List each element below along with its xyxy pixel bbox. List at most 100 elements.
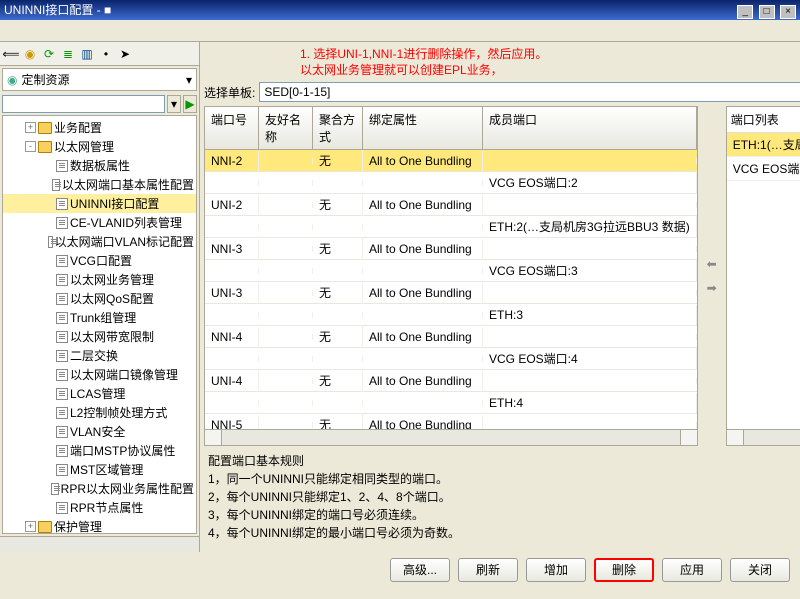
resource-header[interactable]: ◉ 定制资源 ▾	[2, 68, 197, 91]
tree-node-RPR节点属性[interactable]: RPR节点属性	[3, 498, 196, 517]
list-icon[interactable]: ≣	[60, 46, 76, 62]
tree-node-以太网端口VLAN标记配置[interactable]: 以太网端口VLAN标记配置	[3, 232, 196, 251]
folder-icon	[38, 141, 52, 153]
back-icon[interactable]: ⟸	[3, 46, 19, 62]
document-icon	[51, 483, 59, 495]
delete-button[interactable]: 删除	[594, 558, 654, 582]
tree-node-业务配置[interactable]: +业务配置	[3, 118, 196, 137]
document-icon	[56, 464, 68, 476]
close-button[interactable]: ×	[780, 5, 796, 19]
cell-member: ETH:2(…支局机房3G拉远BBU3 数据)	[483, 215, 697, 238]
close-button-bottom[interactable]: 关闭	[730, 558, 790, 582]
collapse-icon[interactable]: -	[25, 141, 36, 152]
col-bind-attr[interactable]: 绑定属性	[363, 107, 483, 149]
cylinder-icon[interactable]: ◉	[22, 46, 38, 62]
folder-icon	[38, 521, 52, 533]
tree-node-端口MSTP协议属性[interactable]: 端口MSTP协议属性	[3, 441, 196, 460]
cell-bind: All to One Bundling	[363, 151, 483, 171]
arrow-left-icon[interactable]: ⬅	[702, 257, 722, 271]
table-row[interactable]: UNI-3无All to One Bundling	[205, 282, 697, 304]
tree-node-MST区域管理[interactable]: MST区域管理	[3, 460, 196, 479]
tree-node-数据板属性[interactable]: 数据板属性	[3, 156, 196, 175]
table-row[interactable]: NNI-4无All to One Bundling	[205, 326, 697, 348]
table-row[interactable]: VCG EOS端口:2	[205, 172, 697, 194]
arrow-icon[interactable]: ➤	[117, 46, 133, 62]
nav-tree[interactable]: +业务配置-以太网管理数据板属性以太网端口基本属性配置UNINNI接口配置CE-…	[2, 115, 197, 534]
table-row[interactable]: UNI-2无All to One Bundling	[205, 194, 697, 216]
dot-icon[interactable]: •	[98, 46, 114, 62]
document-icon	[56, 312, 68, 324]
tree-spacer	[43, 464, 54, 475]
table-row[interactable]: VCG EOS端口:3	[205, 260, 697, 282]
table-row[interactable]: NNI-3无All to One Bundling	[205, 238, 697, 260]
table-row[interactable]: ETH:4	[205, 392, 697, 414]
port-list-item[interactable]: VCG EOS端口:1(…	[727, 157, 800, 181]
col-friendly-name[interactable]: 友好名称	[259, 107, 313, 149]
cell-member: ETH:3	[483, 305, 697, 325]
portlist-hscroll[interactable]	[727, 429, 800, 445]
tree-spacer	[43, 217, 54, 228]
tree-node-以太网端口镜像管理[interactable]: 以太网端口镜像管理	[3, 365, 196, 384]
tree-node-Trunk组管理[interactable]: Trunk组管理	[3, 308, 196, 327]
expand-icon[interactable]: +	[25, 521, 36, 532]
cell-bind	[363, 268, 483, 274]
col-port[interactable]: 端口号	[205, 107, 259, 149]
table-row[interactable]: NNI-5无All to One Bundling	[205, 414, 697, 429]
cell-name	[259, 246, 313, 252]
cell-bind: All to One Bundling	[363, 283, 483, 303]
chevron-down-icon[interactable]: ▾	[186, 73, 192, 87]
add-button[interactable]: 增加	[526, 558, 586, 582]
cell-member	[483, 246, 697, 252]
tree-node-以太网带宽限制[interactable]: 以太网带宽限制	[3, 327, 196, 346]
tree-node-以太网业务管理[interactable]: 以太网业务管理	[3, 270, 196, 289]
table-row[interactable]: UNI-4无All to One Bundling	[205, 370, 697, 392]
apply-button[interactable]: 应用	[662, 558, 722, 582]
tree-node-保护管理[interactable]: +保护管理	[3, 517, 196, 534]
search-go-button[interactable]: ▶	[183, 95, 197, 113]
tree-node-VCG口配置[interactable]: VCG口配置	[3, 251, 196, 270]
tree-node-CE-VLANID列表管理[interactable]: CE-VLANID列表管理	[3, 213, 196, 232]
rules-header: 配置端口基本规则	[208, 452, 800, 470]
col-aggregation[interactable]: 聚合方式	[313, 107, 363, 149]
minimize-button[interactable]: _	[737, 5, 753, 19]
tree-node-以太网管理[interactable]: -以太网管理	[3, 137, 196, 156]
select-board-input[interactable]	[259, 82, 800, 102]
advanced-button[interactable]: 高级...	[390, 558, 450, 582]
table-row[interactable]: ETH:3	[205, 304, 697, 326]
cell-member	[483, 158, 697, 164]
table-hscroll[interactable]	[205, 429, 697, 445]
tree-hscroll[interactable]	[0, 536, 199, 552]
refresh-button[interactable]: 刷新	[458, 558, 518, 582]
left-toolbar: ⟸ ◉ ⟳ ≣ ▥ • ➤	[0, 42, 199, 66]
cell-name	[259, 202, 313, 208]
refresh-icon[interactable]: ⟳	[41, 46, 57, 62]
cell-name	[259, 334, 313, 340]
tree-spacer	[43, 179, 50, 190]
tree-node-RPR以太网业务属性配置[interactable]: RPR以太网业务属性配置	[3, 479, 196, 498]
tree-node-UNINNI接口配置[interactable]: UNINNI接口配置	[3, 194, 196, 213]
device-icon[interactable]: ▥	[79, 46, 95, 62]
maximize-button[interactable]: □	[759, 5, 775, 19]
tree-spacer	[43, 312, 54, 323]
port-list-body[interactable]: ETH:1(…支局机房VCG EOS端口:1(…	[727, 133, 800, 181]
table-row[interactable]: VCG EOS端口:4	[205, 348, 697, 370]
outer-toolbar	[0, 20, 800, 42]
tree-node-L2控制帧处理方式[interactable]: L2控制帧处理方式	[3, 403, 196, 422]
search-dropdown-button[interactable]: ▾	[167, 95, 181, 113]
tree-node-VLAN安全[interactable]: VLAN安全	[3, 422, 196, 441]
expand-icon[interactable]: +	[25, 122, 36, 133]
window-title: UNINNI接口配置 - ■	[4, 0, 111, 20]
arrow-right-icon[interactable]: ➡	[702, 281, 722, 295]
table-body[interactable]: NNI-2无All to One BundlingVCG EOS端口:2UNI-…	[205, 150, 697, 429]
cell-port: NNI-4	[205, 327, 259, 347]
document-icon	[56, 388, 68, 400]
col-member-port[interactable]: 成员端口	[483, 107, 697, 149]
tree-node-以太网端口基本属性配置[interactable]: 以太网端口基本属性配置	[3, 175, 196, 194]
table-row[interactable]: NNI-2无All to One Bundling	[205, 150, 697, 172]
search-input[interactable]	[2, 95, 165, 113]
tree-node-二层交换[interactable]: 二层交换	[3, 346, 196, 365]
port-list-item[interactable]: ETH:1(…支局机房	[727, 133, 800, 157]
tree-node-LCAS管理[interactable]: LCAS管理	[3, 384, 196, 403]
table-row[interactable]: ETH:2(…支局机房3G拉远BBU3 数据)	[205, 216, 697, 238]
tree-node-以太网QoS配置[interactable]: 以太网QoS配置	[3, 289, 196, 308]
